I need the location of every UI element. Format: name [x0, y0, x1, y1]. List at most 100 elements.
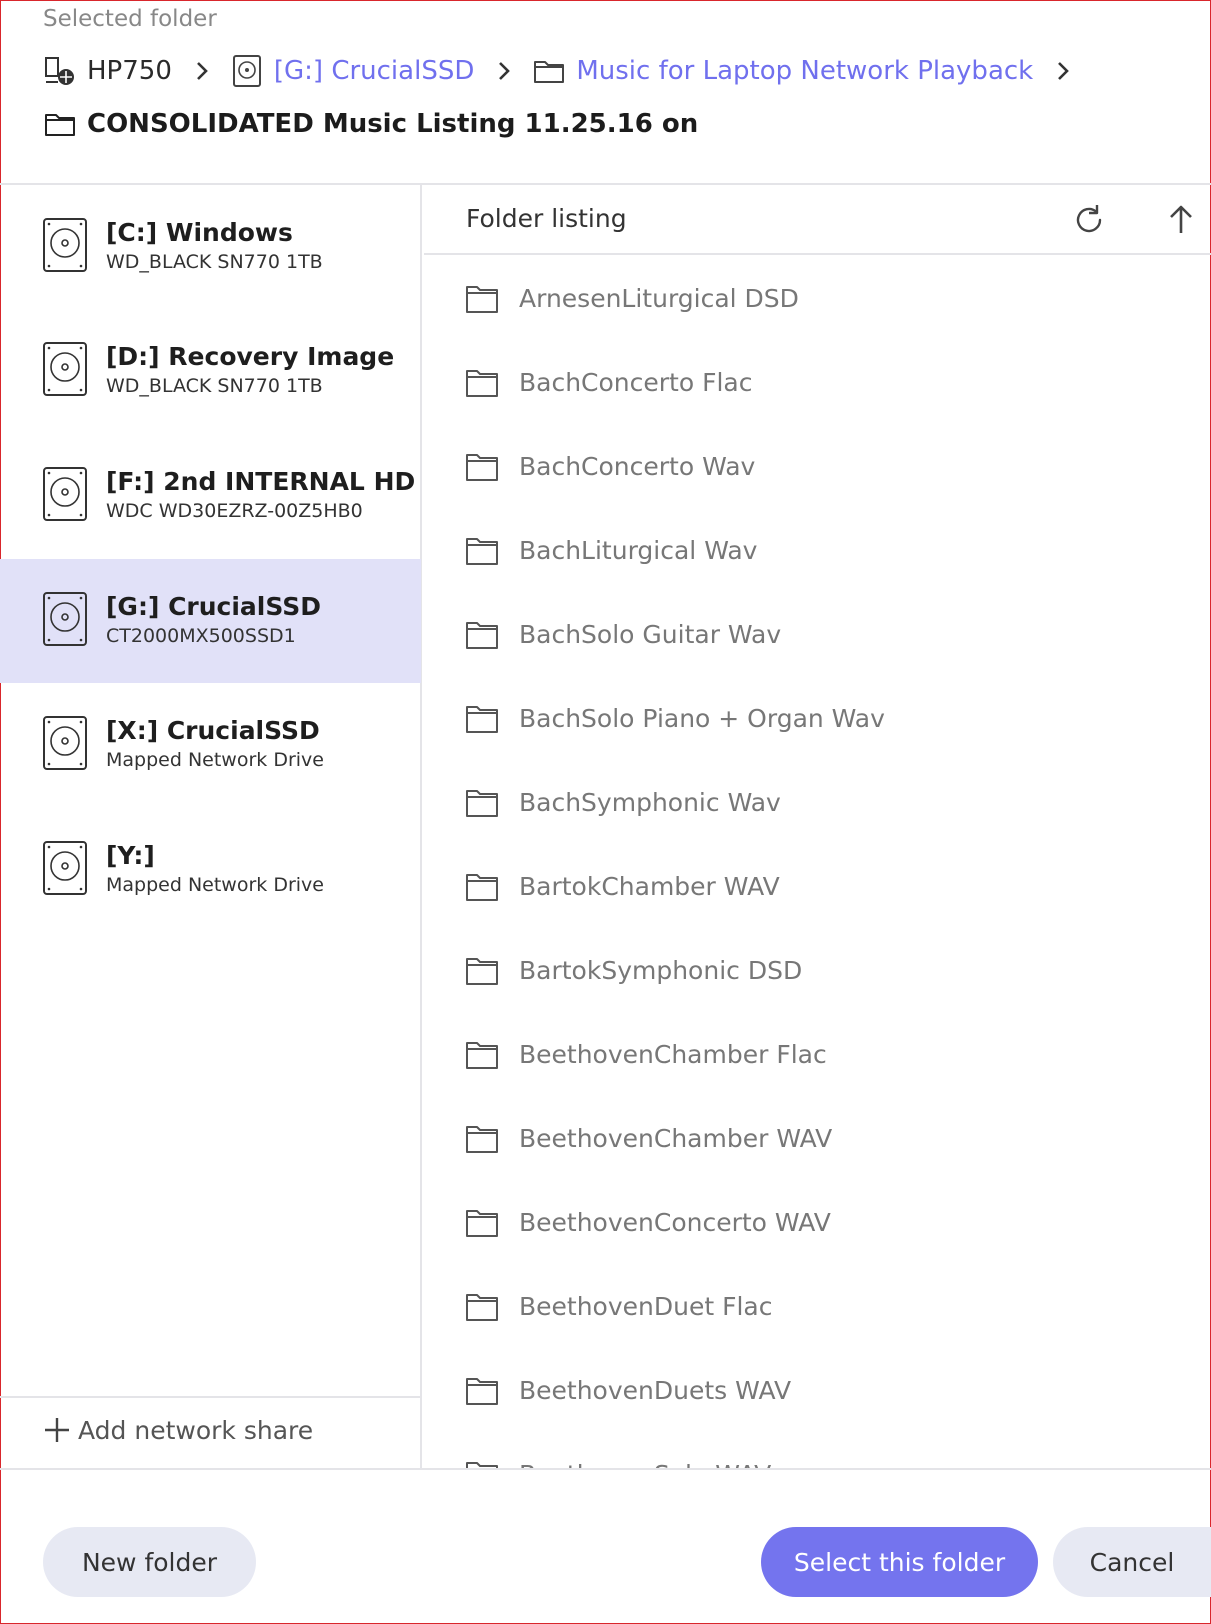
folder-name: BeethovenDuets WAV — [519, 1376, 792, 1405]
folder-row[interactable]: BeethovenConcerto WAV — [424, 1181, 1211, 1265]
folder-name: BartokSymphonic DSD — [519, 956, 803, 985]
drive-model: WD_BLACK SN770 1TB — [106, 375, 323, 397]
drive-name: [F:] 2nd INTERNAL HD — [106, 467, 416, 496]
selected-folder-header: Selected folder HP750 [G:] CrucialSSD Mu… — [0, 0, 1211, 185]
folder-name: BachSymphonic Wav — [519, 788, 781, 817]
folder-icon — [466, 1378, 498, 1405]
breadcrumb-item-computer[interactable]: HP750 — [43, 54, 172, 88]
sidebar-drive-c[interactable]: [C:] Windows WD_BLACK SN770 1TB — [0, 185, 421, 309]
folder-icon — [466, 874, 498, 901]
breadcrumb-item-drive[interactable]: [G:] CrucialSSD — [230, 54, 474, 88]
drive-model: WD_BLACK SN770 1TB — [106, 251, 323, 273]
drive-model: Mapped Network Drive — [106, 874, 324, 896]
drive-model: WDC WD30EZRZ-00Z5HB0 — [106, 500, 363, 522]
folder-name: BeethovenConcerto WAV — [519, 1208, 831, 1237]
folder-listing-title: Folder listing — [466, 204, 627, 233]
folder-row[interactable]: BeethovenSolo WAV — [424, 1433, 1211, 1469]
folder-name: BachConcerto Flac — [519, 368, 753, 397]
folder-name: BachConcerto Wav — [519, 452, 756, 481]
sidebar-drive-y[interactable]: [Y:] Mapped Network Drive — [0, 808, 421, 932]
breadcrumb: HP750 [G:] CrucialSSD Music for Laptop N… — [43, 50, 1091, 92]
cancel-button[interactable]: Cancel — [1053, 1527, 1211, 1597]
folder-name: BachLiturgical Wav — [519, 536, 758, 565]
sidebar-divider — [0, 1396, 421, 1398]
folder-icon — [466, 1042, 498, 1069]
folder-row[interactable]: BeethovenChamber WAV — [424, 1097, 1211, 1181]
folder-icon — [534, 61, 565, 83]
breadcrumb-label: CONSOLIDATED Music Listing 11.25.16 on — [87, 109, 699, 139]
chevron-right-icon — [1058, 62, 1070, 80]
folder-icon — [466, 454, 498, 481]
folder-icon — [466, 622, 498, 649]
refresh-icon[interactable] — [1070, 201, 1108, 239]
folder-name: BeethovenChamber WAV — [519, 1124, 833, 1153]
folder-row[interactable]: BachSolo Guitar Wav — [424, 593, 1211, 677]
new-folder-button[interactable]: New folder — [43, 1527, 256, 1597]
sidebar-drive-g[interactable]: [G:] CrucialSSD CT2000MX500SSD1 — [0, 559, 421, 683]
folder-name: BeethovenChamber Flac — [519, 1040, 827, 1069]
disk-icon — [43, 841, 87, 895]
drive-name: [X:] CrucialSSD — [106, 716, 320, 745]
breadcrumb-label: HP750 — [87, 56, 172, 86]
folder-icon — [466, 706, 498, 733]
plus-icon — [45, 1418, 69, 1442]
drive-model: CT2000MX500SSD1 — [106, 625, 296, 647]
folder-name: BartokChamber WAV — [519, 872, 780, 901]
folder-name: BachSolo Piano + Organ Wav — [519, 704, 885, 733]
breadcrumb-current: CONSOLIDATED Music Listing 11.25.16 on — [43, 103, 698, 145]
folder-icon — [466, 790, 498, 817]
folder-row[interactable]: ArnesenLiturgical DSD — [424, 257, 1211, 341]
breadcrumb-label: Music for Laptop Network Playback — [576, 56, 1034, 86]
sidebar-drive-f[interactable]: [F:] 2nd INTERNAL HD WDC WD30EZRZ-00Z5HB… — [0, 434, 421, 558]
add-network-share-label: Add network share — [78, 1415, 314, 1445]
disk-icon — [43, 716, 87, 770]
breadcrumb-item-folder[interactable]: Music for Laptop Network Playback — [532, 54, 1033, 88]
folder-row[interactable]: BachSolo Piano + Organ Wav — [424, 677, 1211, 761]
chevron-right-icon — [499, 62, 511, 80]
drive-name: [Y:] — [106, 841, 155, 870]
sidebar-drive-x[interactable]: [X:] CrucialSSD Mapped Network Drive — [0, 683, 421, 807]
disk-icon — [43, 467, 87, 521]
folder-row[interactable]: BeethovenDuet Flac — [424, 1265, 1211, 1349]
folder-icon — [466, 538, 498, 565]
breadcrumb-label: [G:] CrucialSSD — [273, 56, 475, 86]
folder-icon — [466, 370, 498, 397]
disk-icon — [232, 55, 261, 87]
drive-name: [G:] CrucialSSD — [106, 592, 322, 621]
drive-name: [C:] Windows — [106, 218, 293, 247]
arrow-up-icon[interactable] — [1162, 201, 1200, 239]
folder-row[interactable]: BachSymphonic Wav — [424, 761, 1211, 845]
folder-icon — [466, 1294, 498, 1321]
folder-icon — [466, 1126, 498, 1153]
folder-row[interactable]: BartokSymphonic DSD — [424, 929, 1211, 1013]
drive-sidebar: [C:] Windows WD_BLACK SN770 1TB [D:] Rec… — [0, 185, 422, 1469]
folder-icon — [466, 1210, 498, 1237]
folder-list: ArnesenLiturgical DSD BachConcerto Flac … — [424, 257, 1211, 1469]
folder-row[interactable]: BartokChamber WAV — [424, 845, 1211, 929]
select-this-folder-button[interactable]: Select this folder — [761, 1527, 1038, 1597]
breadcrumb-item-current-folder: CONSOLIDATED Music Listing 11.25.16 on — [43, 107, 698, 141]
folder-row[interactable]: BachConcerto Flac — [424, 341, 1211, 425]
add-network-share-button[interactable]: Add network share — [42, 1415, 313, 1445]
folder-name: BeethovenDuet Flac — [519, 1292, 773, 1321]
folder-row[interactable]: BeethovenDuets WAV — [424, 1349, 1211, 1433]
drive-model: Mapped Network Drive — [106, 749, 324, 771]
folder-row[interactable]: BachConcerto Wav — [424, 425, 1211, 509]
folder-row[interactable]: BachLiturgical Wav — [424, 509, 1211, 593]
folder-name: BachSolo Guitar Wav — [519, 620, 782, 649]
disk-icon — [43, 218, 87, 272]
folder-listing-panel: Folder listing ArnesenLiturgical DSD Bac… — [424, 185, 1211, 1469]
disk-icon — [43, 592, 87, 646]
folder-name: ArnesenLiturgical DSD — [519, 284, 799, 313]
network-computer-icon — [45, 57, 74, 85]
folder-icon — [45, 114, 75, 136]
disk-icon — [43, 342, 87, 396]
footer-divider — [0, 1468, 1211, 1470]
chevron-right-icon — [196, 62, 208, 80]
folder-listing-header: Folder listing — [424, 185, 1211, 255]
selected-folder-label: Selected folder — [43, 6, 217, 32]
drive-name: [D:] Recovery Image — [106, 342, 395, 371]
sidebar-drive-d[interactable]: [D:] Recovery Image WD_BLACK SN770 1TB — [0, 309, 421, 433]
folder-row[interactable]: BeethovenChamber Flac — [424, 1013, 1211, 1097]
folder-icon — [466, 286, 498, 313]
